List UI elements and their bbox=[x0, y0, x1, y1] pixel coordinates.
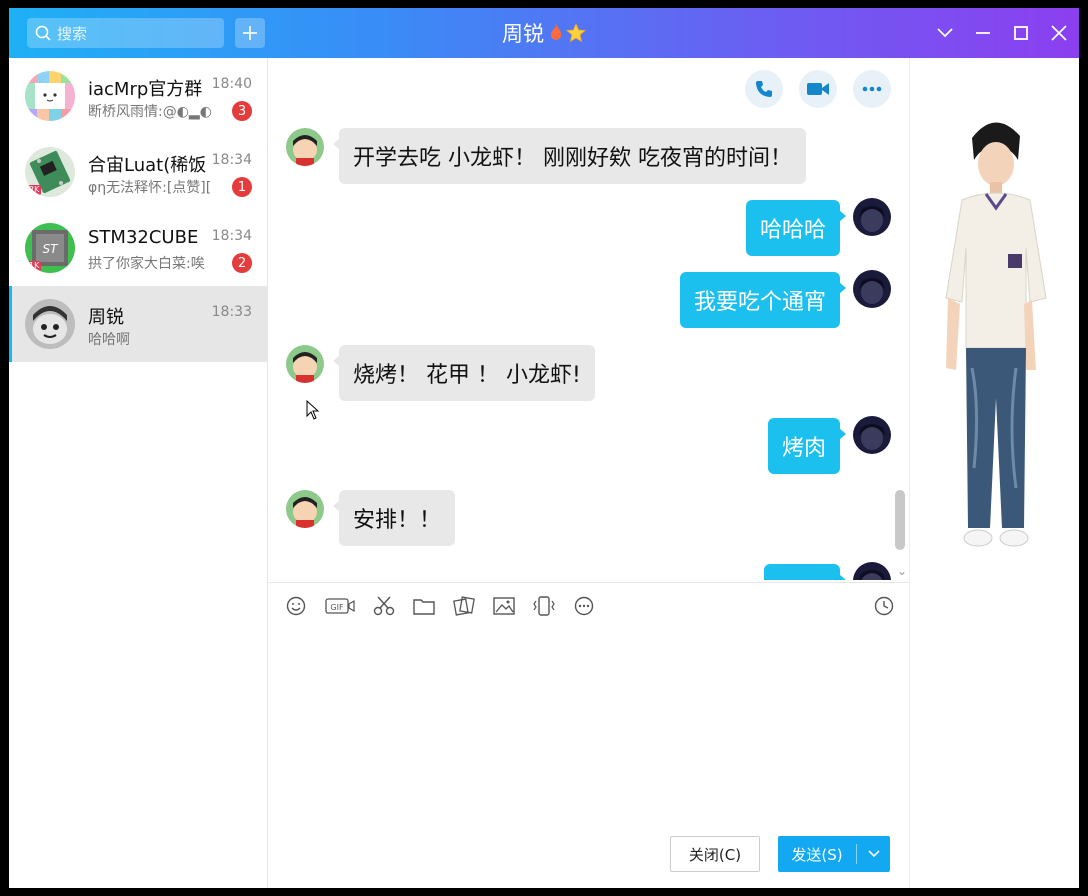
svg-text:GIF: GIF bbox=[330, 603, 344, 612]
plus-icon bbox=[243, 26, 257, 40]
conversation-list: iacMrp官方群 18:40 断桥风雨情:@◐▂◐ 3 2K 合宙Luat(稀… bbox=[9, 58, 268, 888]
conversation-name: 周锐 bbox=[88, 307, 124, 328]
more-options-icon[interactable] bbox=[853, 70, 891, 108]
group-avatar: ST 1K bbox=[25, 223, 75, 273]
my-avatar bbox=[853, 416, 891, 454]
level-tag: 1K bbox=[27, 261, 42, 271]
chevron-down-icon[interactable] bbox=[857, 850, 890, 858]
chat-window: 搜索 周锐 iacMrp官方群 18:40 断桥风雨情:@◐▂◐ 3 2K 合宙… bbox=[9, 8, 1079, 888]
message-input[interactable] bbox=[269, 630, 909, 830]
group-avatar: 2K bbox=[25, 147, 75, 197]
contact-avatar bbox=[286, 490, 324, 528]
search-icon bbox=[35, 25, 51, 41]
message-list: 开学去吃 小龙虾！ 刚刚好欸 吃夜宵的时间！ 哈哈哈 我要吃个通宵 烧烤！ 花甲… bbox=[269, 120, 909, 580]
window-controls bbox=[935, 8, 1069, 58]
message-bubble-outgoing: 我要吃个通宵 bbox=[679, 272, 847, 328]
message-bubble-incoming: 安排！！ bbox=[332, 490, 456, 546]
close-button[interactable]: 关闭(C) bbox=[670, 836, 760, 872]
video-call-icon[interactable] bbox=[799, 70, 837, 108]
close-icon[interactable] bbox=[1049, 23, 1069, 43]
image-icon[interactable] bbox=[493, 595, 515, 617]
conversation-preview: φη无法释怀:[点赞][ bbox=[88, 180, 212, 196]
conversation-item[interactable]: iacMrp官方群 18:40 断桥风雨情:@◐▂◐ 3 bbox=[9, 58, 268, 134]
add-button[interactable] bbox=[235, 18, 265, 48]
chat-panel: 开学去吃 小龙虾！ 刚刚好欸 吃夜宵的时间！ 哈哈哈 我要吃个通宵 烧烤！ 花甲… bbox=[269, 58, 909, 888]
send-button[interactable]: 发送(S) bbox=[778, 836, 890, 872]
conversation-name: iacMrp官方群 bbox=[88, 79, 203, 100]
group-avatar bbox=[25, 71, 75, 121]
conversation-preview: 哈哈啊 bbox=[88, 332, 130, 348]
gif-icon[interactable]: GIF bbox=[325, 595, 355, 617]
conversation-preview: 断桥风雨情:@◐▂◐ bbox=[88, 104, 212, 120]
phone-icon[interactable] bbox=[745, 70, 783, 108]
flame-badge-icon bbox=[550, 24, 562, 40]
conversation-name: 合宙Luat(稀饭 bbox=[88, 155, 207, 176]
scissors-icon[interactable] bbox=[373, 595, 395, 617]
my-avatar bbox=[853, 198, 891, 236]
unread-badge: 2 bbox=[232, 253, 252, 273]
scroll-down-icon[interactable]: ⌄ bbox=[897, 564, 907, 578]
conversation-item[interactable]: ST 1K STM32CUBE 18:34 拱了你家大白菜:唉 2 bbox=[9, 210, 268, 286]
input-toolbar: GIF bbox=[269, 582, 909, 628]
folder-icon[interactable] bbox=[413, 595, 435, 617]
contact-avatar bbox=[286, 345, 324, 383]
conversation-name: STM32CUBE bbox=[88, 227, 199, 248]
star-badge-icon bbox=[566, 23, 586, 43]
send-button-label: 发送(S) bbox=[791, 845, 843, 864]
contact-name: 周锐 bbox=[502, 22, 544, 46]
search-input[interactable]: 搜索 bbox=[27, 18, 224, 48]
message-bubble-outgoing: 哈哈哈 bbox=[745, 200, 847, 256]
maximize-icon[interactable] bbox=[1011, 23, 1031, 43]
unread-badge: 1 bbox=[232, 177, 252, 197]
avatar-show-panel bbox=[909, 58, 1079, 888]
contact-avatar bbox=[25, 299, 75, 349]
conversation-time: 18:33 bbox=[211, 304, 252, 320]
conversation-item-active[interactable]: 周锐 18:33 哈哈啊 bbox=[9, 286, 268, 362]
chevron-down-icon[interactable] bbox=[935, 23, 955, 43]
conversation-time: 18:34 bbox=[211, 228, 252, 244]
dressup-figure-image bbox=[945, 122, 1047, 547]
message-bubble-outgoing bbox=[764, 564, 846, 580]
unread-badge: 3 bbox=[232, 101, 252, 121]
conversation-time: 18:40 bbox=[211, 76, 252, 92]
conversation-preview: 拱了你家大白菜:唉 bbox=[88, 256, 205, 272]
my-avatar bbox=[853, 562, 891, 580]
minimize-icon[interactable] bbox=[973, 23, 993, 43]
shake-icon[interactable] bbox=[533, 595, 555, 617]
history-clock-icon[interactable] bbox=[873, 595, 895, 617]
conversation-item[interactable]: 2K 合宙Luat(稀饭 18:34 φη无法释怀:[点赞][ 1 bbox=[9, 134, 268, 210]
svg-text:ST: ST bbox=[43, 242, 60, 256]
more-icon[interactable] bbox=[573, 595, 595, 617]
conversation-time: 18:34 bbox=[211, 152, 252, 168]
my-avatar bbox=[853, 270, 891, 308]
message-bubble-incoming: 烧烤！ 花甲 ！ 小龙虾! bbox=[333, 345, 595, 401]
image-gallery-icon[interactable] bbox=[453, 595, 475, 617]
search-placeholder: 搜索 bbox=[57, 24, 88, 43]
scrollbar[interactable] bbox=[895, 490, 905, 550]
mouse-cursor-icon bbox=[306, 400, 320, 420]
message-bubble-incoming: 开学去吃 小龙虾！ 刚刚好欸 吃夜宵的时间！ bbox=[333, 128, 806, 184]
contact-avatar bbox=[286, 128, 324, 166]
title-bar: 搜索 周锐 bbox=[9, 8, 1079, 58]
scroll-up-icon[interactable]: ⌃ bbox=[897, 120, 907, 128]
chat-actions bbox=[745, 70, 891, 108]
emoji-icon[interactable] bbox=[285, 595, 307, 617]
message-bubble-outgoing: 烤肉 bbox=[767, 418, 847, 474]
level-tag: 2K bbox=[27, 185, 42, 195]
